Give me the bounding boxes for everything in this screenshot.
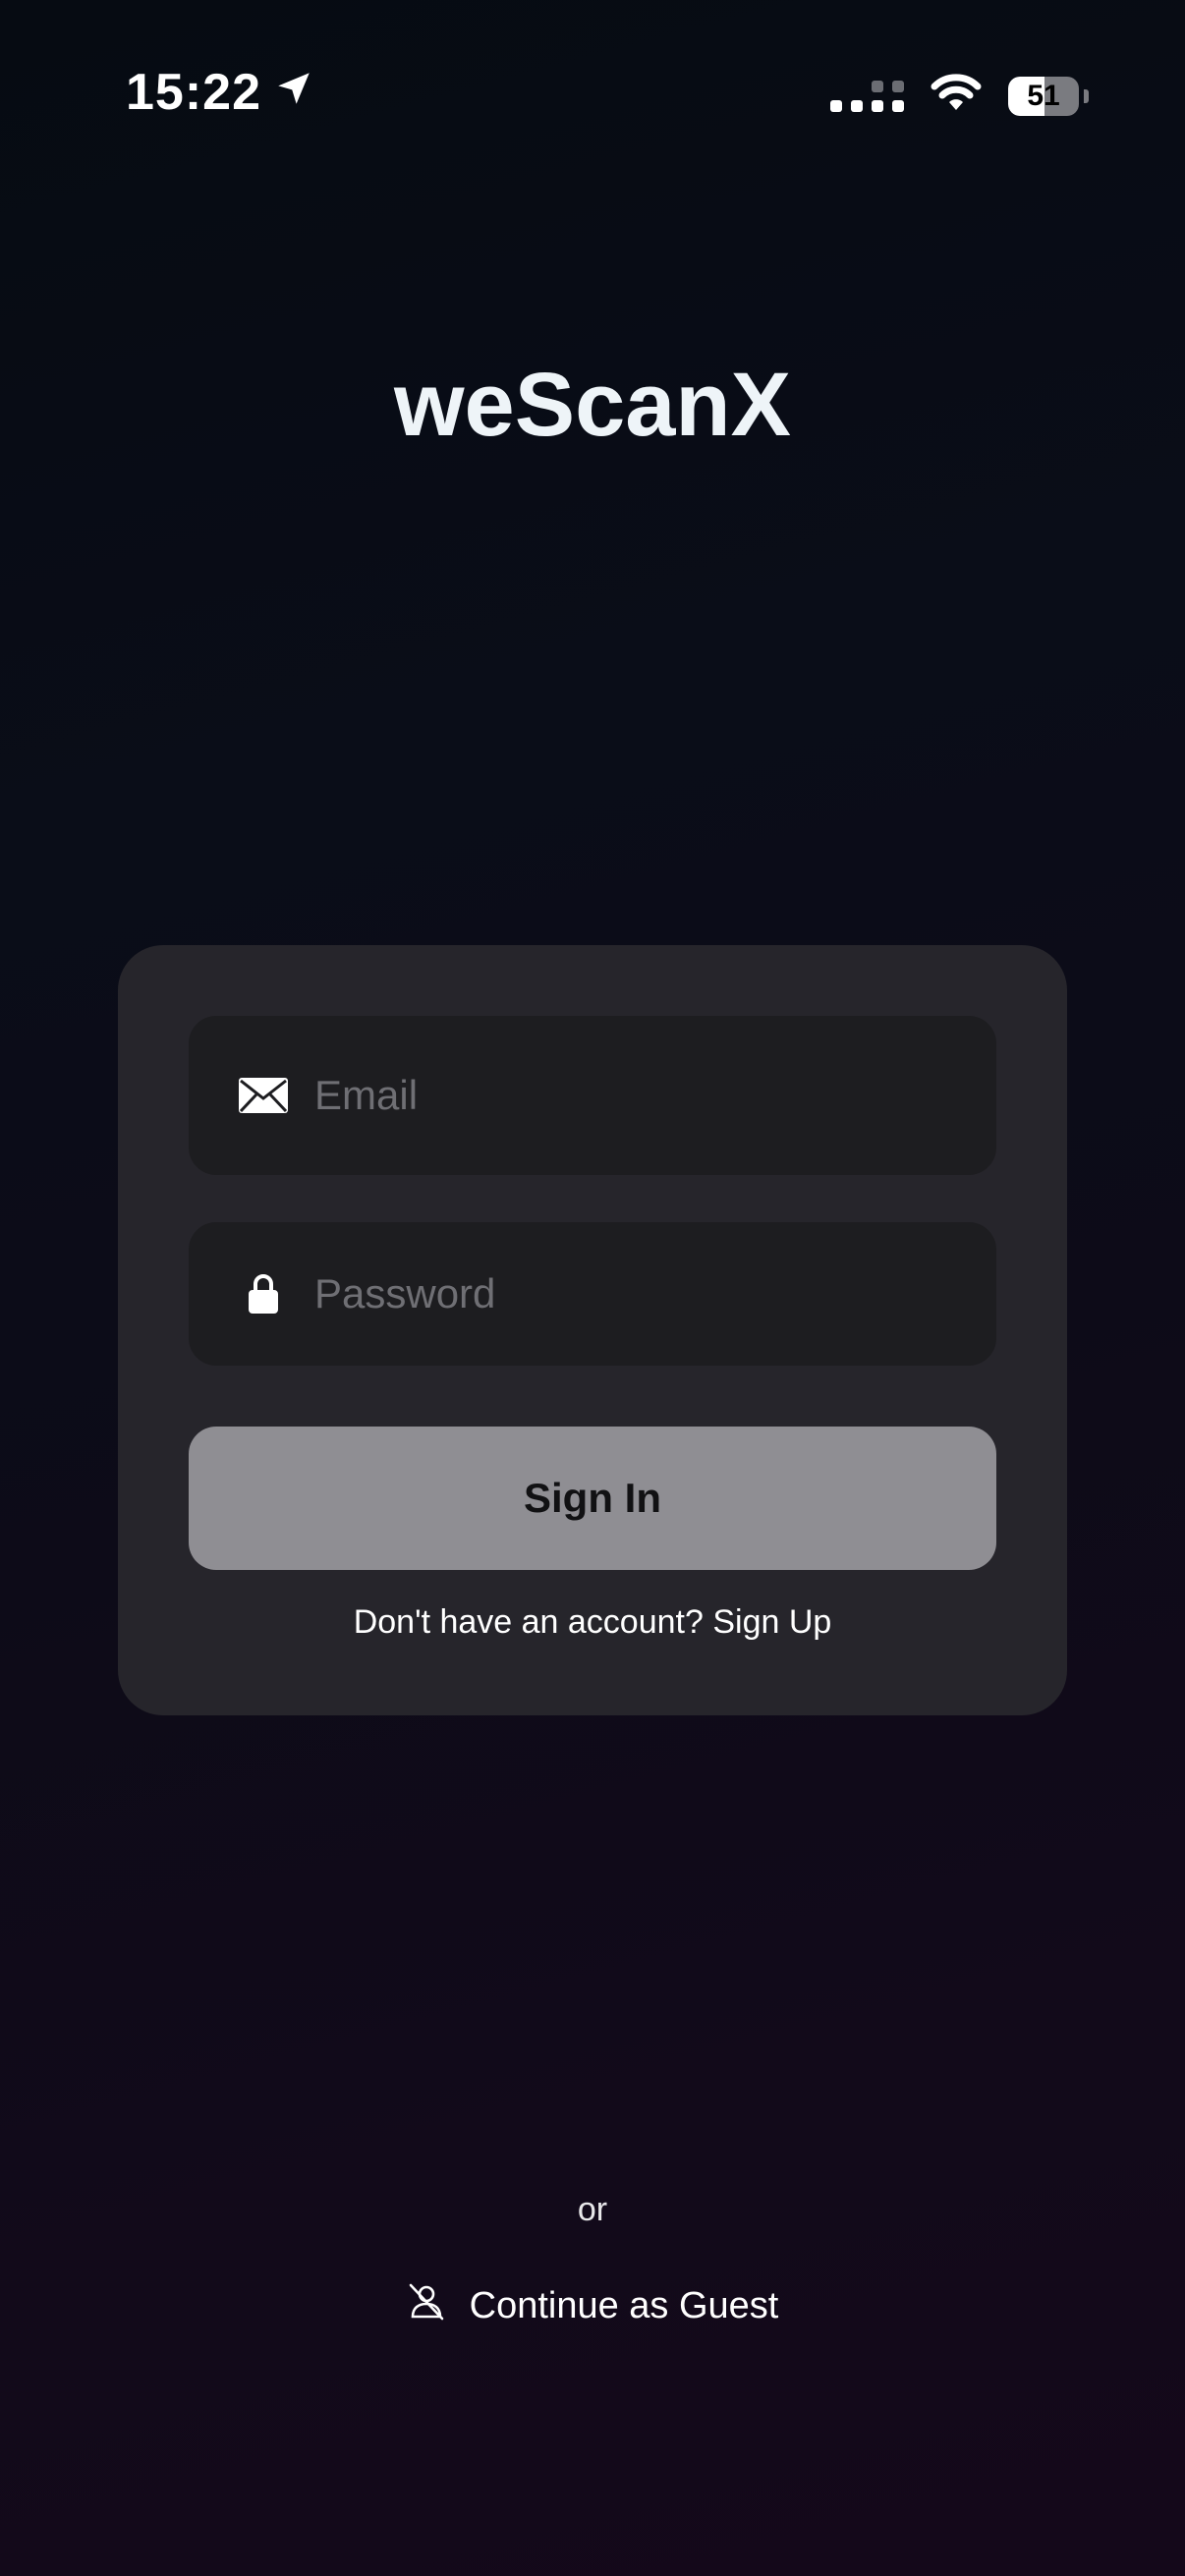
signup-link[interactable]: Don't have an account? Sign Up xyxy=(118,1603,1067,1642)
or-divider-label: or xyxy=(577,2191,608,2228)
cellular-signal-icon xyxy=(830,80,904,112)
password-field[interactable] xyxy=(189,1222,996,1366)
email-field[interactable] xyxy=(189,1016,996,1175)
battery-percentage: 51 xyxy=(1027,79,1060,112)
sign-in-button[interactable]: Sign In xyxy=(189,1427,996,1570)
lock-icon xyxy=(236,1273,291,1315)
sign-in-label: Sign In xyxy=(524,1475,661,1521)
guest-label: Continue as Guest xyxy=(469,2284,779,2326)
password-input[interactable] xyxy=(312,1269,985,1318)
location-arrow-icon xyxy=(273,63,314,122)
continue-as-guest-button[interactable]: Continue as Guest xyxy=(0,2281,1185,2330)
login-card: Sign In Don't have an account? Sign Up xyxy=(118,945,1067,1715)
envelope-icon xyxy=(236,1077,291,1114)
person-slash-icon xyxy=(407,2281,446,2330)
status-time-group: 15:22 xyxy=(126,63,314,122)
email-input[interactable] xyxy=(312,1071,985,1120)
status-time: 15:22 xyxy=(126,64,261,121)
app-title: weScanX xyxy=(394,355,791,455)
wifi-icon xyxy=(930,73,983,119)
status-bar: 15:22 51 xyxy=(0,0,1185,187)
status-indicators: 51 xyxy=(830,73,1089,119)
battery-icon: 51 xyxy=(1008,76,1089,116)
